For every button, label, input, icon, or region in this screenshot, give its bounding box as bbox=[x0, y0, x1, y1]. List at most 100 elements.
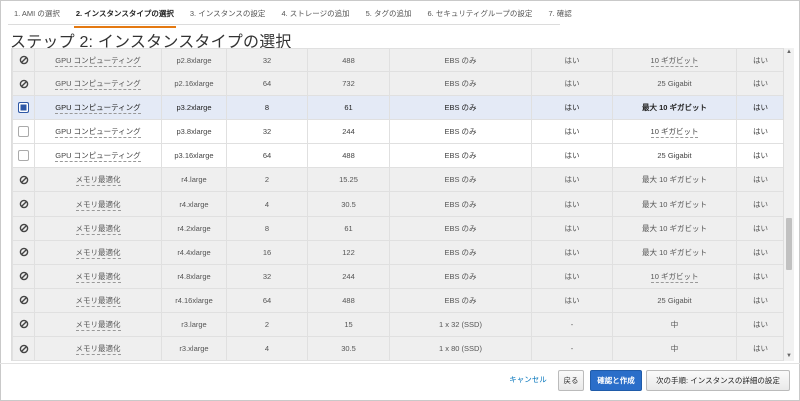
step-storage[interactable]: 4. ストレージの追加 bbox=[273, 8, 357, 24]
row-checkbox[interactable] bbox=[18, 126, 29, 138]
review-and-launch-button[interactable]: 確認と作成 bbox=[590, 370, 642, 391]
network-performance-text: 25 Gigabit bbox=[657, 79, 692, 89]
ebs-optimized-text: - bbox=[570, 319, 574, 329]
instance-family-text[interactable]: GPU コンピューティング bbox=[55, 55, 141, 67]
ipv6-support-text: はい bbox=[753, 103, 768, 113]
unavailable-icon bbox=[19, 295, 29, 305]
network-performance-text[interactable]: 10 ギガビット bbox=[650, 127, 699, 139]
ipv6-support-cell: はい bbox=[736, 167, 784, 193]
instance-family-text[interactable]: メモリ最適化 bbox=[75, 199, 121, 211]
row-checkbox[interactable] bbox=[18, 102, 29, 114]
table-row: GPU コンピューティング p2.16xlarge 64 732 EBS のみ はい 25 … bbox=[12, 70, 784, 97]
vcpu-cell: 4 bbox=[226, 191, 308, 217]
table-row: メモリ最適化 r4.xlarge 4 30.5 EBS のみ はい 最大 10 ギガビット は… bbox=[12, 191, 784, 217]
ebs-optimized-cell: - bbox=[531, 336, 613, 361]
instance-storage-text: EBS のみ bbox=[444, 175, 477, 185]
step-tags[interactable]: 5. タグの追加 bbox=[358, 8, 420, 24]
memory-cell: 732 bbox=[307, 70, 390, 97]
memory-text: 244 bbox=[342, 271, 355, 281]
instance-type-text: r4.large bbox=[181, 175, 207, 185]
step-ami[interactable]: 1. AMI の選択 bbox=[8, 8, 68, 24]
cancel-button[interactable]: キャンセル bbox=[504, 370, 552, 389]
instance-family-text[interactable]: GPU コンピューティング bbox=[55, 151, 141, 163]
vcpu-cell: 8 bbox=[226, 215, 308, 241]
vcpu-cell: 64 bbox=[226, 70, 308, 97]
ipv6-support-cell: はい bbox=[736, 70, 784, 97]
vcpu-text: 2 bbox=[264, 319, 270, 329]
ebs-optimized-text: はい bbox=[564, 175, 580, 185]
vcpu-cell: 32 bbox=[226, 48, 308, 72]
row-select-cell bbox=[12, 239, 35, 265]
vcpu-text: 64 bbox=[262, 151, 272, 161]
network-performance-text[interactable]: 10 ギガビット bbox=[650, 55, 699, 67]
instance-family-text[interactable]: メモリ最適化 bbox=[75, 344, 121, 356]
table-scrollbar[interactable]: ▲ ▼ bbox=[783, 48, 794, 361]
instance-family-text[interactable]: メモリ最適化 bbox=[75, 247, 121, 259]
instance-family-text[interactable]: GPU コンピューティング bbox=[55, 127, 141, 139]
vcpu-text: 2 bbox=[264, 175, 270, 185]
table-row[interactable]: GPU コンピューティング p3.2xlarge 8 61 EBS のみ はい 最大 10 … bbox=[12, 95, 784, 121]
vcpu-cell: 64 bbox=[226, 287, 308, 313]
row-select-cell[interactable] bbox=[12, 95, 35, 121]
step-instance-config[interactable]: 3. インスタンスの設定 bbox=[182, 8, 274, 24]
instance-storage-text: EBS のみ bbox=[444, 247, 477, 257]
instance-type-cell: p3.16xlarge bbox=[161, 143, 227, 169]
network-performance-cell: 25 Gigabit bbox=[612, 70, 737, 97]
table-row[interactable]: GPU コンピューティング p3.16xlarge 64 488 EBS のみ はい 25 … bbox=[12, 143, 784, 169]
network-performance-text[interactable]: 10 ギガビット bbox=[650, 271, 699, 283]
instance-storage-cell: EBS のみ bbox=[389, 70, 532, 97]
memory-cell: 488 bbox=[307, 287, 390, 313]
step-review[interactable]: 7. 確認 bbox=[540, 8, 579, 24]
ebs-optimized-text: はい bbox=[564, 55, 580, 65]
steps-divider bbox=[8, 24, 560, 25]
network-performance-cell: 最大 10 ギガビット bbox=[612, 191, 737, 217]
scrollbar-thumb[interactable] bbox=[786, 218, 792, 270]
unavailable-icon bbox=[19, 271, 29, 281]
instance-storage-text: EBS のみ bbox=[444, 199, 477, 209]
ebs-optimized-cell: はい bbox=[531, 215, 613, 241]
instance-family-cell: GPU コンピューティング bbox=[34, 119, 162, 145]
memory-text: 488 bbox=[342, 295, 355, 305]
ipv6-support-cell: はい bbox=[736, 336, 784, 361]
instance-family-cell: GPU コンピューティング bbox=[34, 70, 162, 97]
instance-family-text[interactable]: メモリ最適化 bbox=[75, 295, 121, 307]
instance-type-text: r4.2xlarge bbox=[177, 223, 211, 233]
row-select-cell bbox=[12, 263, 35, 289]
row-select-cell bbox=[12, 311, 35, 338]
instance-storage-text: EBS のみ bbox=[444, 223, 477, 233]
ipv6-support-cell: はい bbox=[736, 119, 784, 145]
row-select-cell bbox=[12, 167, 35, 193]
memory-cell: 61 bbox=[307, 215, 390, 241]
row-select-cell[interactable] bbox=[12, 119, 35, 145]
unavailable-icon bbox=[19, 223, 29, 233]
unavailable-icon bbox=[19, 319, 29, 329]
memory-cell: 30.5 bbox=[307, 336, 390, 361]
instance-family-text[interactable]: メモリ最適化 bbox=[75, 175, 121, 187]
ebs-optimized-text: はい bbox=[564, 79, 580, 89]
memory-cell: 244 bbox=[307, 119, 390, 145]
memory-text: 15 bbox=[344, 319, 353, 329]
instance-family-text[interactable]: GPU コンピューティング bbox=[55, 103, 141, 115]
instance-family-text[interactable]: メモリ最適化 bbox=[75, 271, 121, 283]
unavailable-icon bbox=[19, 175, 29, 185]
instance-storage-cell: EBS のみ bbox=[389, 215, 532, 241]
table-row[interactable]: GPU コンピューティング p3.8xlarge 32 244 EBS のみ はい 10 ギ… bbox=[12, 119, 784, 145]
scroll-up-icon[interactable]: ▲ bbox=[784, 48, 794, 57]
step-instance-type[interactable]: 2. インスタンスタイプの選択 bbox=[68, 8, 182, 28]
memory-cell: 488 bbox=[307, 143, 390, 169]
next-configure-details-button[interactable]: 次の手順: インスタンスの詳細の設定 bbox=[646, 370, 790, 391]
instance-family-cell: メモリ最適化 bbox=[34, 287, 162, 313]
table-row: GPU コンピューティング p2.8xlarge 32 488 EBS のみ はい 10 ギ… bbox=[12, 48, 784, 72]
step-security-group[interactable]: 6. セキュリティグループの設定 bbox=[419, 8, 540, 24]
scroll-down-icon[interactable]: ▼ bbox=[784, 352, 794, 361]
instance-family-text[interactable]: メモリ最適化 bbox=[75, 319, 121, 331]
instance-family-text[interactable]: GPU コンピューティング bbox=[55, 79, 141, 91]
memory-cell: 15 bbox=[307, 311, 390, 338]
back-button[interactable]: 戻る bbox=[558, 370, 584, 391]
row-select-cell[interactable] bbox=[12, 143, 35, 169]
unavailable-icon bbox=[19, 55, 29, 65]
row-checkbox[interactable] bbox=[18, 150, 29, 162]
memory-cell: 30.5 bbox=[307, 191, 390, 217]
instance-family-text[interactable]: メモリ最適化 bbox=[75, 223, 121, 235]
ipv6-support-text: はい bbox=[753, 247, 768, 257]
